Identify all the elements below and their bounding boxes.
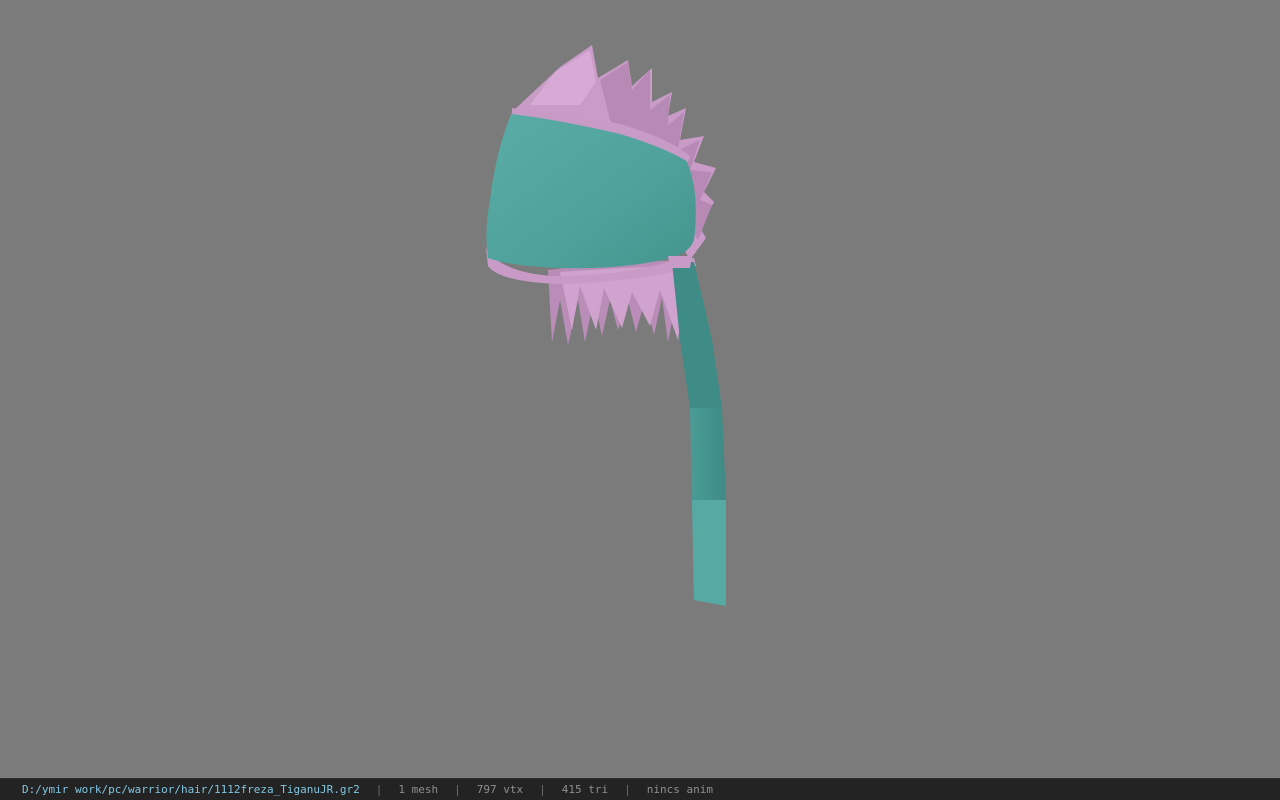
3d-viewport[interactable] xyxy=(0,0,1280,778)
separator: | xyxy=(454,782,461,796)
separator: | xyxy=(539,782,546,796)
separator: | xyxy=(624,782,631,796)
status-bar: D:/ymir work/pc/warrior/hair/1112freza_T… xyxy=(0,778,1280,800)
mesh-count: 1 mesh xyxy=(398,782,439,796)
vertex-count: 797 vtx xyxy=(476,782,524,796)
triangle-count: 415 tri xyxy=(561,782,609,796)
file-path: D:/ymir work/pc/warrior/hair/1112freza_T… xyxy=(22,782,360,796)
separator: | xyxy=(375,782,383,796)
animation-status: nincs anim xyxy=(646,782,713,796)
hair-model xyxy=(486,45,726,606)
